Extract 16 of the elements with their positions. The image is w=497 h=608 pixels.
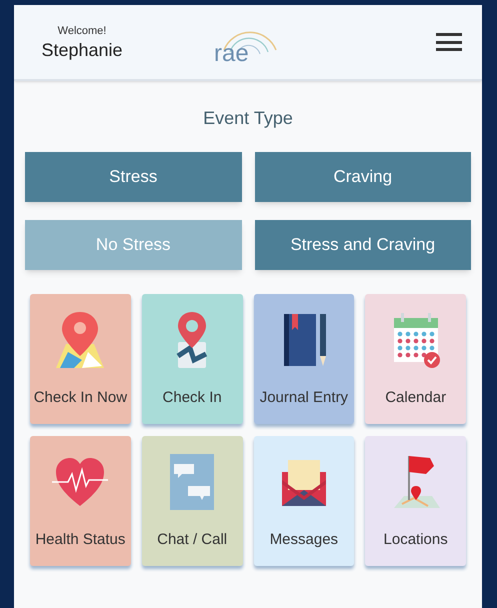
- feature-tile[interactable]: Messages: [254, 436, 354, 566]
- menu-button[interactable]: [436, 30, 462, 54]
- feature-tile[interactable]: Locations: [365, 436, 466, 566]
- feature-tile[interactable]: Calendar: [365, 294, 466, 424]
- user-name: Stephanie: [41, 39, 123, 62]
- feature-tile[interactable]: Health Status: [30, 436, 131, 566]
- feature-tile[interactable]: Journal Entry: [254, 294, 354, 424]
- feature-tile[interactable]: Check In Now: [30, 294, 131, 424]
- event-type-button[interactable]: Stress: [25, 152, 242, 202]
- event-type-button[interactable]: Craving: [254, 152, 471, 202]
- event-type-button[interactable]: Stress and Craving: [254, 220, 471, 270]
- logo: rae: [210, 14, 282, 70]
- feature-tile[interactable]: Check In: [142, 294, 242, 424]
- section-title: Event Type: [203, 107, 293, 130]
- greeting-text: Welcome!: [58, 24, 106, 39]
- feature-tile[interactable]: Chat / Call: [142, 436, 242, 566]
